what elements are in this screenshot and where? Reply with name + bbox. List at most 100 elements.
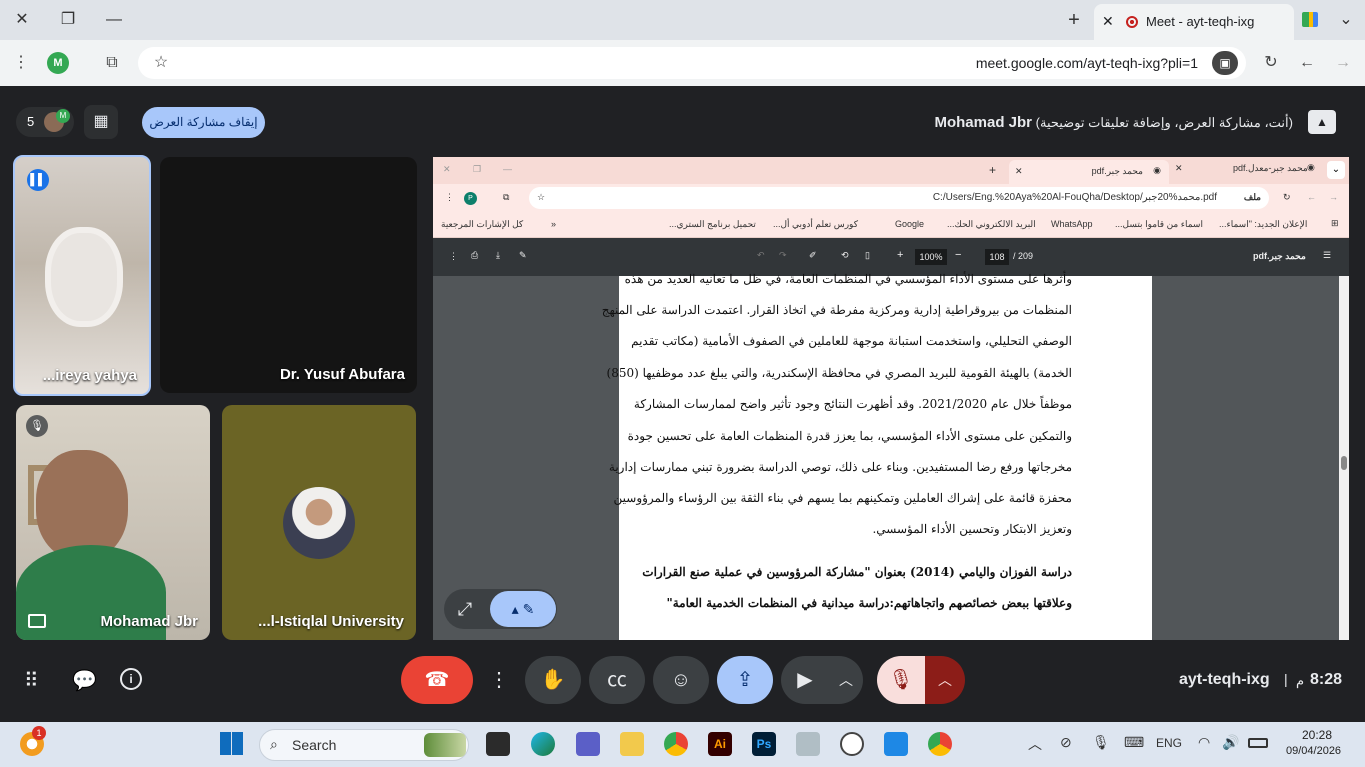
clock-app-icon[interactable] [840, 732, 864, 756]
participant-tile-istiqlal[interactable]: ...l-Istiqlal University [222, 405, 416, 640]
annotation-pen-button[interactable]: ▴ ✎ [490, 591, 556, 627]
apps-grid-icon[interactable]: ⠿ [24, 668, 39, 693]
meeting-time: 8:28 [1310, 671, 1343, 688]
chat-icon[interactable]: 💬 [72, 668, 97, 693]
pdf-page-total: / 209 [1013, 251, 1034, 261]
more-options-icon[interactable]: ⋮ [484, 656, 514, 704]
search-icon: ⌕ [270, 736, 278, 752]
menu-kebab-icon[interactable]: ⋮ [10, 52, 32, 74]
tray-keyboard-icon[interactable]: ⌨ [1124, 734, 1144, 751]
tab-title: Meet - ayt-teqh-ixg [1146, 14, 1255, 29]
url-text[interactable]: meet.google.com/ayt-teqh-ixg?pli=1 [976, 55, 1198, 71]
bookmark-item: اسماء من قاموا بتسل... [1115, 219, 1203, 229]
start-button-icon[interactable] [220, 732, 243, 755]
shared-reload-icon: ↻ [1283, 192, 1291, 202]
tab-search-chevron-icon[interactable]: ⌄ [1336, 10, 1356, 30]
profile-avatar[interactable]: M [47, 52, 69, 74]
recording-indicator-icon [1126, 16, 1138, 28]
tray-volume-icon[interactable]: 🔊 [1222, 734, 1239, 751]
notification-badge: 1 [32, 726, 46, 740]
camera-button[interactable]: ▶ [781, 656, 829, 704]
tray-time[interactable]: 20:28 [1302, 728, 1332, 742]
pdf-rotate-icon: ⟲ [841, 250, 849, 260]
pdf-more-icon: ⋮ [449, 251, 458, 261]
shared-screen: ✕ ❐ — + ✕ محمد جبر.pdf ◉ ✕ محمد جبر-معدل… [433, 157, 1349, 640]
snipping-tool-icon[interactable] [796, 732, 820, 756]
forward-icon[interactable]: → [1332, 52, 1354, 74]
reactions-button[interactable]: ☺ [653, 656, 709, 704]
participant-tile-ireya[interactable]: ▌▌ ...ireya yahya [13, 155, 151, 396]
participant-tile-mohamad[interactable]: 🎙 Mohamad Jbr [16, 405, 210, 640]
mic-options-button[interactable]: ︿ [925, 656, 965, 704]
participant-video [45, 227, 123, 327]
tray-battery-icon[interactable] [1248, 738, 1268, 748]
omnibox[interactable]: ☆ meet.google.com/ayt-teqh-ixg?pli=1 ▣ [138, 47, 1246, 79]
illustrator-icon[interactable]: Ai [708, 732, 732, 756]
raise-hand-button[interactable]: ✋ [525, 656, 581, 704]
participant-count-button[interactable]: 5 M [16, 107, 74, 137]
bookmark-star-icon[interactable]: ☆ [150, 52, 172, 74]
tray-chevron-icon[interactable]: ︿ [1028, 734, 1042, 754]
reload-icon[interactable]: ↻ [1260, 52, 1282, 74]
tray-language[interactable]: ENG [1156, 736, 1182, 750]
close-tab-icon[interactable]: ✕ [1102, 13, 1114, 30]
file-explorer-icon[interactable] [620, 732, 644, 756]
shared-minimize-icon: — [503, 164, 512, 174]
tab-meet[interactable]: ✕ Meet - ayt-teqh-ixg [1094, 4, 1294, 40]
present-screen-icon: ▲ [1308, 110, 1336, 134]
participant-count: 5 [27, 114, 35, 129]
new-tab-icon[interactable]: + [1064, 10, 1084, 30]
pdf-heading-line: دراسة الفوزان واليامي (2014) بعنوان "مشا… [642, 565, 1072, 579]
shared-menu-icon: ⋮ [445, 192, 454, 202]
extensions-icon[interactable]: ⧉ [101, 52, 123, 74]
captions-button[interactable]: ㏄ [589, 656, 645, 704]
tray-wifi-icon[interactable]: ◠ [1198, 734, 1210, 751]
camera-in-use-icon[interactable]: ▣ [1212, 51, 1238, 75]
pdf-line: المنظمات من بيروقراطية إدارية ومركزية مف… [601, 303, 1072, 317]
bookmarks-more-icon: » [551, 219, 557, 229]
participant-avatar-badge: M [56, 109, 70, 123]
pdf-zoom-out-icon: − [955, 249, 962, 261]
stop-presenting-button[interactable]: إيقاف مشاركة العرض [142, 107, 265, 138]
photoshop-icon[interactable]: Ps [752, 732, 776, 756]
minimize-window-icon[interactable]: — [104, 10, 124, 30]
back-icon[interactable]: ← [1296, 52, 1318, 74]
present-button[interactable]: ⇪ [717, 656, 773, 704]
tray-date[interactable]: 09/04/2026 [1286, 745, 1341, 757]
browser-title-bar: ✕ ❐ — + ✕ Meet - ayt-teqh-ixg ⌄ [0, 0, 1365, 40]
participant-tile-yusuf[interactable]: Dr. Yusuf Abufara [160, 157, 417, 393]
participant-avatar [283, 487, 355, 559]
pin-screen-icon[interactable] [28, 614, 46, 628]
pdf-line: والتمكين على مستوى الأداء المؤسسي، بما ي… [627, 429, 1072, 443]
shared-restore-icon: ❐ [473, 164, 482, 174]
shared-address-row: ⋮ P ⧉ ☆ C:/Users/Eng.%20Aya%20Al-FouQha/… [433, 184, 1349, 212]
chrome-icon[interactable] [664, 732, 688, 756]
meet-controls: ⠿ 💬 i ☎ ⋮ ✋ ㏄ ☺ ⇪ ▶ ︿ 🎙 ︿ ayt-teqh-ixg |… [0, 640, 1365, 722]
bookmark-item: كورس تعلم أدوبي أل... [773, 219, 858, 229]
restore-window-icon[interactable]: ❐ [58, 10, 78, 30]
edge-icon[interactable] [531, 732, 555, 756]
tray-mic-icon[interactable]: 🎙 [1092, 734, 1110, 751]
close-window-icon[interactable]: ✕ [12, 10, 32, 30]
pdf-scroll-thumb [1341, 456, 1347, 470]
mic-button[interactable]: 🎙 [877, 656, 925, 704]
pdf-print-icon: ⎙ [471, 250, 479, 260]
info-icon[interactable]: i [120, 668, 142, 690]
taskbar-search[interactable]: ⌕ Search [259, 729, 469, 761]
bookmark-item: WhatsApp [1051, 219, 1093, 229]
hide-self-view-icon[interactable]: ▦ [84, 105, 118, 139]
tray-network-off-icon[interactable]: ⊘ [1060, 734, 1072, 751]
presenter-status-text: (أنت، مشاركة العرض، وإضافة تعليقات توضيح… [1035, 115, 1293, 130]
expand-icon[interactable]: ⤢ [448, 592, 482, 626]
teams-icon[interactable] [576, 732, 600, 756]
camera-options-button[interactable]: ︿ [829, 656, 863, 704]
remote-desktop-icon[interactable] [884, 732, 908, 756]
participant-video [36, 450, 128, 560]
shared-url-prefix: ملف [1243, 192, 1261, 202]
task-view-icon[interactable] [486, 732, 510, 756]
pdf-scrollbar [1339, 276, 1349, 640]
chrome-profile-icon[interactable] [928, 732, 952, 756]
address-bar-row: ⋮ M ⧉ ☆ meet.google.com/ayt-teqh-ixg?pli… [0, 40, 1365, 86]
shared-tab2-title: محمد جبر-معدل.pdf [1233, 163, 1308, 173]
leave-call-button[interactable]: ☎ [401, 656, 473, 704]
